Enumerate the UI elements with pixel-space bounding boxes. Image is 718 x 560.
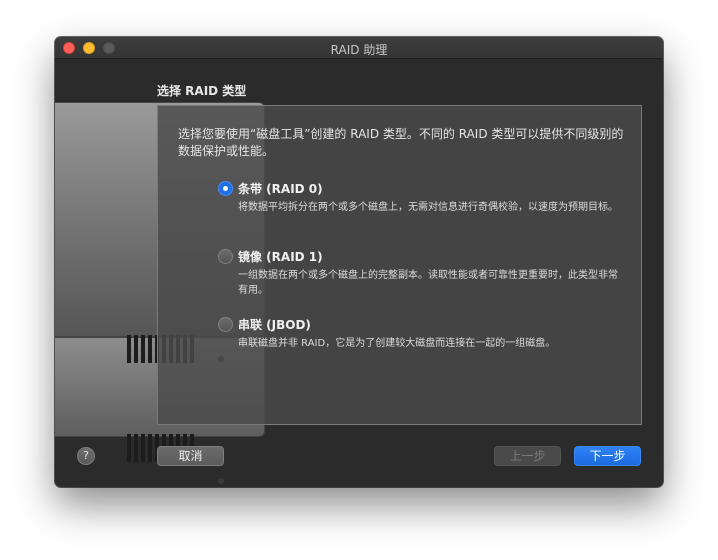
- raid1-radio[interactable]: [218, 249, 233, 264]
- raid0-description: 将数据平均拆分在两个或多个磁盘上，无需对信息进行奇偶校验，以速度为预期目标。: [238, 202, 618, 213]
- raid1-description: 一组数据在两个或多个磁盘上的完整副本。读取性能或者可靠性更重要时，此类型非常有用…: [238, 270, 618, 296]
- jbod-description: 串联磁盘并非 RAID，它是为了创建较大磁盘而连接在一起的一组磁盘。: [238, 338, 556, 349]
- jbod-title[interactable]: 串联 (JBOD): [238, 316, 311, 333]
- raid-type-panel: 选择您要使用“磁盘工具”创建的 RAID 类型。不同的 RAID 类型可以提供不…: [157, 105, 642, 425]
- next-button[interactable]: 下一步: [574, 446, 641, 466]
- title-bar[interactable]: RAID 助理: [55, 37, 663, 59]
- raid0-title[interactable]: 条带 (RAID 0): [238, 180, 323, 197]
- raid1-title[interactable]: 镜像 (RAID 1): [238, 248, 323, 265]
- intro-text: 选择您要使用“磁盘工具”创建的 RAID 类型。不同的 RAID 类型可以提供不…: [178, 127, 624, 158]
- window-title: RAID 助理: [330, 43, 388, 57]
- drive-led: [218, 478, 224, 484]
- help-button[interactable]: ?: [77, 447, 95, 465]
- page-heading: 选择 RAID 类型: [157, 84, 247, 98]
- cancel-button[interactable]: 取消: [157, 446, 224, 466]
- jbod-radio[interactable]: [218, 317, 233, 332]
- raid-assistant-window: RAID 助理 选择 RAID 类型 选择您要使用“磁盘工具”创建的 RAID …: [55, 37, 663, 487]
- previous-button: 上一步: [494, 446, 561, 466]
- raid0-radio[interactable]: [218, 181, 233, 196]
